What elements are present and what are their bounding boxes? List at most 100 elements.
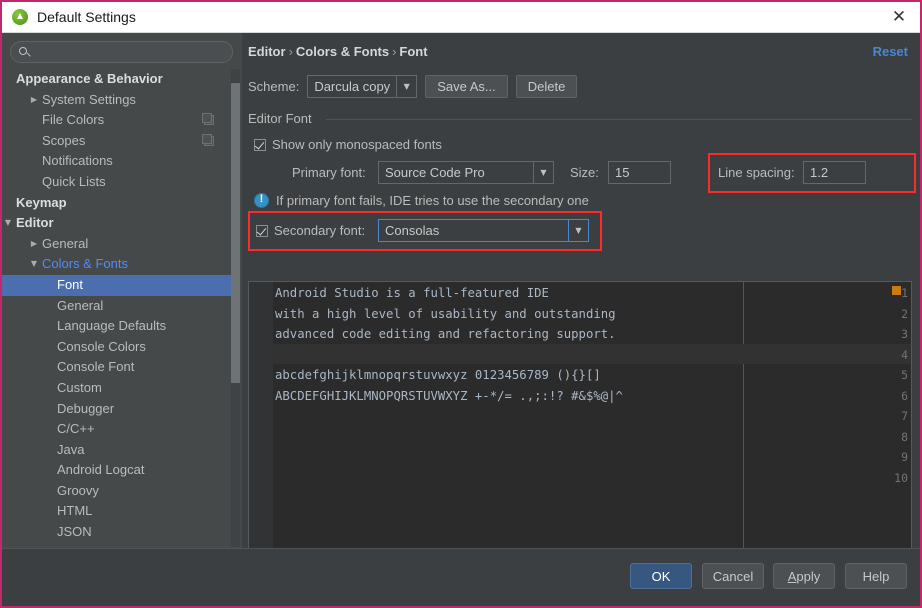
- sidebar-item-notifications[interactable]: Notifications: [2, 151, 234, 172]
- sidebar-item-quick-lists[interactable]: Quick Lists: [2, 172, 234, 193]
- sidebar-item-label: Colors & Fonts: [42, 256, 128, 272]
- sidebar-item-label: Keymap: [16, 194, 67, 210]
- show-monospaced-checkbox[interactable]: Show only monospaced fonts: [254, 137, 442, 152]
- secondary-font-hint: If primary font fails, IDE tries to use …: [254, 193, 589, 208]
- sidebar-item-label: General: [42, 235, 89, 251]
- chevron-down-icon[interactable]: ▼: [568, 220, 588, 241]
- line-spacing-label: Line spacing:: [718, 165, 795, 180]
- chevron-down-icon[interactable]: ▼: [28, 254, 40, 275]
- sidebar-item-general[interactable]: ▶ General: [2, 234, 234, 255]
- secondary-font-label: Secondary font:: [274, 223, 366, 238]
- preview-code-line: advanced code editing and refactoring su…: [275, 327, 616, 341]
- save-as-button[interactable]: Save As...: [425, 75, 508, 98]
- delete-button[interactable]: Delete: [515, 75, 578, 98]
- scheme-label: Scheme:: [248, 79, 300, 94]
- apply-rest: pply: [796, 568, 821, 584]
- chevron-right-icon[interactable]: ▶: [28, 234, 40, 255]
- size-input[interactable]: [608, 161, 671, 184]
- line-number-gutter: [249, 282, 273, 574]
- sidebar-item-custom[interactable]: Custom: [2, 378, 234, 399]
- secondary-font-combobox[interactable]: Consolas ▼: [378, 219, 589, 242]
- search-field-wrap: [10, 41, 233, 63]
- settings-tree: Appearance & Behavior ▶ System Settings Fil…: [2, 69, 234, 547]
- breadcrumb-part-colors-fonts[interactable]: Colors & Fonts: [296, 44, 389, 59]
- sidebar-item-json[interactable]: JSON: [2, 522, 234, 543]
- duplicate-icon[interactable]: [202, 113, 214, 126]
- sidebar-item-file-colors[interactable]: File Colors: [2, 110, 234, 131]
- chevron-down-icon[interactable]: ▼: [533, 162, 553, 183]
- chevron-right-icon[interactable]: ▶: [28, 90, 40, 111]
- sidebar-item-c-c[interactable]: C/C++: [2, 419, 234, 440]
- primary-font-combobox[interactable]: Source Code Pro ▼: [378, 161, 554, 184]
- secondary-font-checkbox[interactable]: Secondary font:: [256, 223, 365, 238]
- sidebar-item-label: Properties: [57, 543, 116, 547]
- sidebar-item-system-settings[interactable]: ▶ System Settings: [2, 90, 234, 111]
- sidebar-item-editor[interactable]: ▼ Editor: [2, 213, 234, 234]
- preview-code-line: ABCDEFGHIJKLMNOPQRSTUVWXYZ +-*/= .,;:!? …: [275, 388, 623, 403]
- preview-code-line: with a high level of usability and outst…: [275, 306, 616, 321]
- line-number: 6: [901, 388, 908, 403]
- duplicate-icon[interactable]: [202, 133, 214, 146]
- sidebar-item-java[interactable]: Java: [2, 440, 234, 461]
- sidebar-item-label: System Settings: [42, 91, 136, 107]
- sidebar-item-console-font[interactable]: Console Font: [2, 357, 234, 378]
- line-number: 5: [901, 368, 908, 382]
- chevron-down-icon[interactable]: ▼: [2, 213, 14, 234]
- sidebar-item-label: Language Defaults: [57, 318, 167, 334]
- scheme-row: Scheme: Darcula copy ▼ Save As... Delete: [248, 75, 578, 98]
- sidebar-item-colors-fonts[interactable]: ▼ Colors & Fonts: [2, 254, 234, 275]
- scheme-value: Darcula copy: [314, 79, 391, 94]
- editor-font-group-title: Editor Font: [248, 111, 318, 126]
- line-number: 10: [894, 470, 908, 485]
- caret-row-highlight: [273, 343, 911, 364]
- line-number: 3: [901, 327, 908, 341]
- sidebar-item-keymap[interactable]: Keymap: [2, 193, 234, 214]
- sidebar-item-groovy[interactable]: Groovy: [2, 481, 234, 502]
- sidebar-item-language-defaults[interactable]: Language Defaults: [2, 316, 234, 337]
- primary-font-value: Source Code Pro: [385, 165, 485, 180]
- breadcrumb-separator-1: ›: [288, 44, 293, 59]
- secondary-font-value: Consolas: [385, 223, 440, 238]
- close-icon[interactable]: ✕: [890, 9, 908, 27]
- help-button[interactable]: Help: [845, 563, 907, 589]
- primary-font-label: Primary font:: [292, 165, 366, 180]
- cancel-button[interactable]: Cancel: [702, 563, 764, 589]
- sidebar-item-html[interactable]: HTML: [2, 501, 234, 522]
- search-input[interactable]: [35, 44, 225, 60]
- apply-button[interactable]: Apply: [773, 563, 835, 589]
- sidebar-scrollbar-thumb[interactable]: [231, 83, 240, 383]
- scheme-combobox[interactable]: Darcula copy ▼: [307, 75, 418, 98]
- sidebar-item-label: Groovy: [57, 482, 99, 498]
- sidebar-item-label: File Colors: [42, 112, 105, 128]
- sidebar-item-label: Appearance & Behavior: [16, 71, 163, 86]
- sidebar-item-label: Console Font: [57, 359, 135, 375]
- reset-link[interactable]: Reset: [873, 44, 908, 59]
- line-number: 4: [901, 347, 908, 362]
- sidebar-item-appearance-behavior[interactable]: Appearance & Behavior: [2, 69, 234, 90]
- sidebar-item-properties[interactable]: Properties: [2, 543, 234, 547]
- sidebar-item-label: Java: [57, 441, 85, 457]
- breadcrumb: Editor › Colors & Fonts › Font: [248, 44, 428, 59]
- chevron-down-icon[interactable]: ▼: [396, 76, 416, 97]
- editor-font-group: Editor Font Show only monospaced fonts P…: [248, 111, 916, 281]
- android-studio-icon: [12, 9, 28, 25]
- sidebar-item-general[interactable]: General: [2, 296, 234, 317]
- sidebar-item-android-logcat[interactable]: Android Logcat: [2, 460, 234, 481]
- checkbox-icon: [256, 224, 268, 237]
- error-stripe-marker[interactable]: [892, 286, 901, 295]
- sidebar-item-font[interactable]: Font: [2, 274, 234, 296]
- sidebar-item-console-colors[interactable]: Console Colors: [2, 337, 234, 358]
- font-preview-editor[interactable]: 1 2 3 4 5 6 7 8 9 10 Android Studio is a full-feat…: [248, 281, 912, 575]
- checkbox-icon: [254, 138, 266, 151]
- line-spacing-input[interactable]: [803, 161, 866, 184]
- breadcrumb-part-editor[interactable]: Editor: [248, 44, 286, 59]
- search-box[interactable]: [10, 41, 233, 63]
- sidebar-item-debugger[interactable]: Debugger: [2, 399, 234, 420]
- breadcrumb-part-font: Font: [399, 44, 428, 59]
- settings-sidebar: Appearance & Behavior ▶ System Settings Fil…: [2, 33, 242, 548]
- sidebar-item-label: Quick Lists: [42, 173, 106, 189]
- ok-button[interactable]: OK: [630, 563, 692, 589]
- line-number: 7: [901, 409, 908, 423]
- window-title: Default Settings: [37, 9, 136, 25]
- sidebar-item-scopes[interactable]: Scopes: [2, 131, 234, 152]
